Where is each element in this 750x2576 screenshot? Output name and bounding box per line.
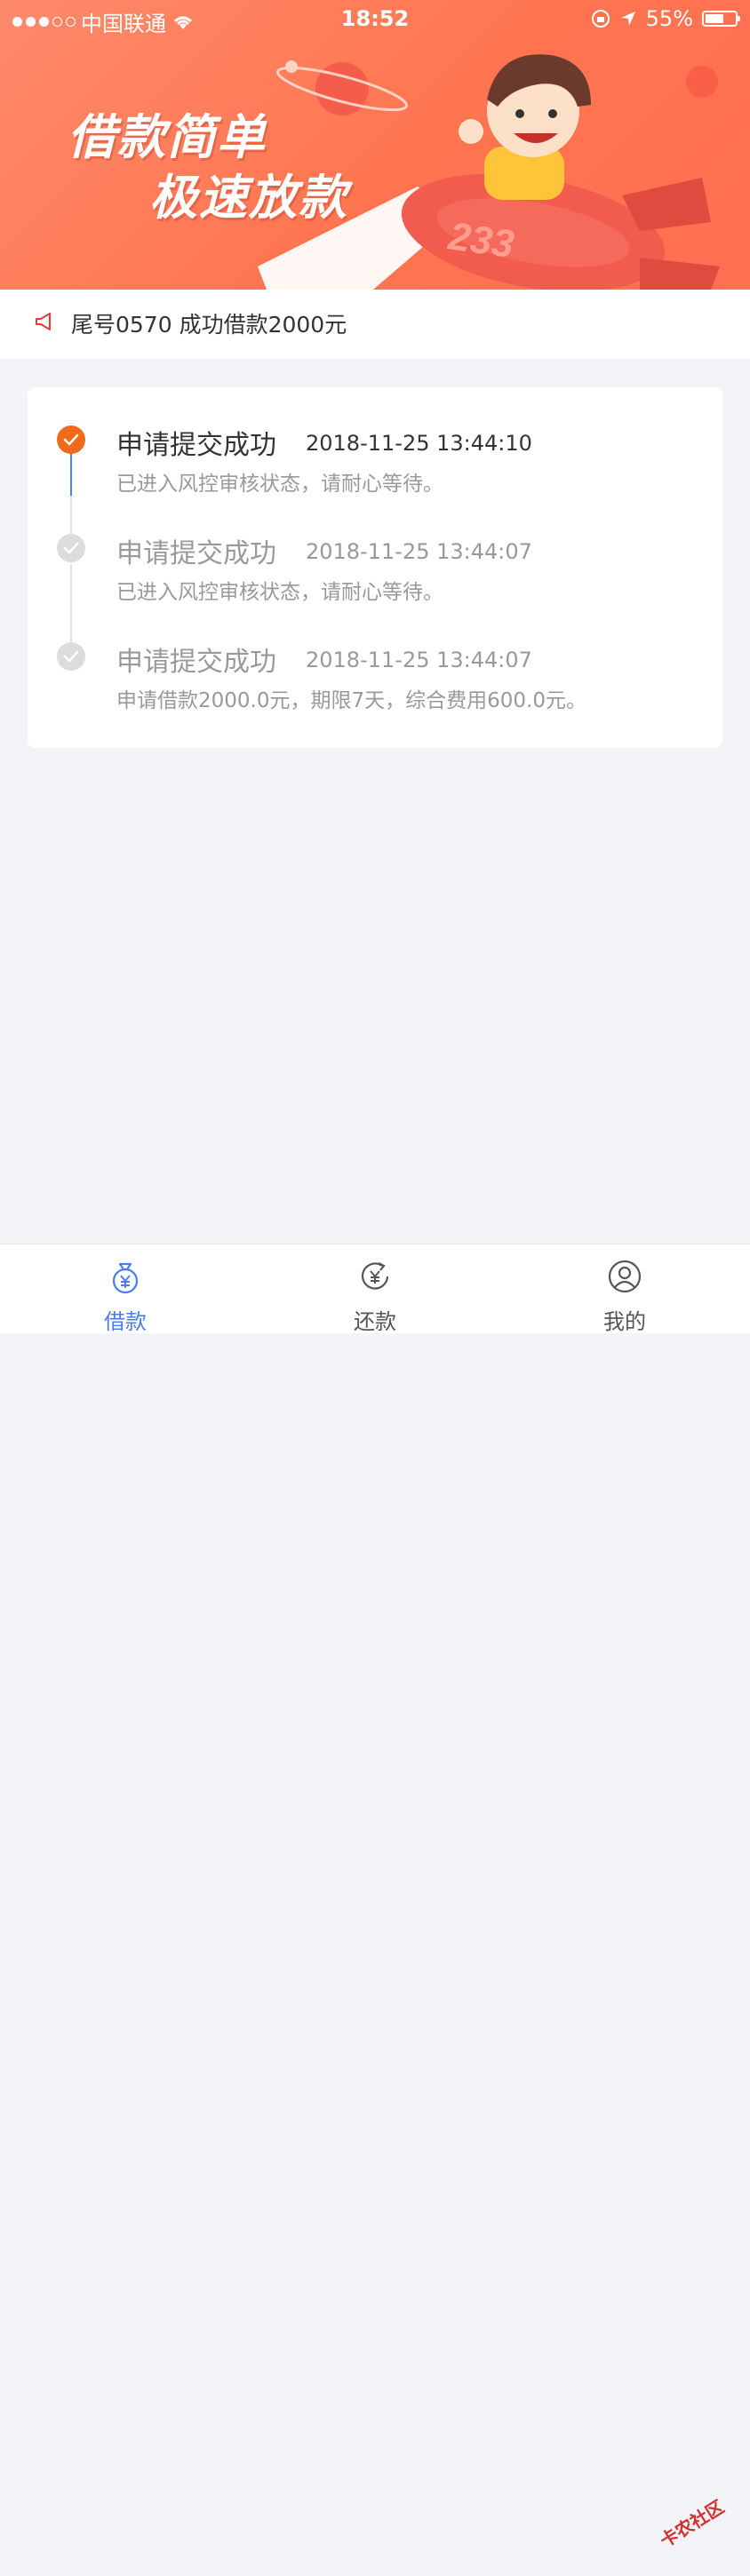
hero-banner[interactable]: 233 中国联通 18:52 55% 借款简单 极速放款 — [0, 0, 750, 290]
battery-percent: 55% — [645, 6, 693, 31]
rotation-lock-icon — [591, 10, 610, 28]
check-inactive-icon — [57, 534, 85, 562]
megaphone-icon — [36, 313, 51, 330]
timeline-title: 申请提交成功 — [116, 647, 276, 678]
timeline-connector-active — [70, 453, 72, 496]
notice-bar: 尾号0570 成功借款2000元 — [0, 290, 750, 359]
status-bar: 中国联通 18:52 55% — [0, 0, 750, 39]
svg-text:233: 233 — [445, 214, 517, 266]
check-active-icon — [57, 425, 85, 454]
timeline-desc: 已进入风控审核状态，请耐心等待。 — [116, 581, 443, 604]
timeline-time: 2018-11-25 13:44:07 — [306, 648, 532, 672]
tab-repay[interactable]: 还款 — [313, 1244, 437, 1334]
tab-label: 借款 — [104, 1309, 147, 1334]
timeline-title: 申请提交成功 — [116, 430, 276, 461]
timeline-time: 2018-11-25 13:44:07 — [306, 539, 532, 564]
tab-label: 还款 — [354, 1309, 396, 1334]
tab-label: 我的 — [603, 1309, 646, 1334]
battery-icon — [702, 11, 740, 27]
timeline-title: 申请提交成功 — [116, 538, 276, 569]
bottom-tab-bar: 借款 还款 我的 卡农社区 — [0, 1244, 750, 2551]
banner-slogan-line2: 极速放款 — [149, 170, 348, 226]
user-icon — [608, 1260, 642, 1293]
watermark-logo: 卡农社区 — [656, 2495, 729, 2552]
application-status-card: 申请提交成功 2018-11-25 13:44:10 已进入风控审核状态，请耐心… — [28, 387, 722, 748]
money-bag-icon — [112, 1262, 139, 1294]
location-icon — [620, 12, 635, 26]
notice-text: 尾号0570 成功借款2000元 — [71, 312, 347, 338]
tab-mine[interactable]: 我的 — [562, 1244, 687, 1334]
timeline-desc: 申请借款2000.0元，期限7天，综合费用600.0元。 — [116, 689, 586, 712]
repay-icon — [361, 1262, 389, 1290]
tab-loan[interactable]: 借款 — [63, 1244, 188, 1334]
timeline-time: 2018-11-25 13:44:10 — [306, 431, 532, 456]
timeline-desc: 已进入风控审核状态，请耐心等待。 — [116, 473, 443, 496]
check-inactive-icon — [57, 642, 85, 671]
